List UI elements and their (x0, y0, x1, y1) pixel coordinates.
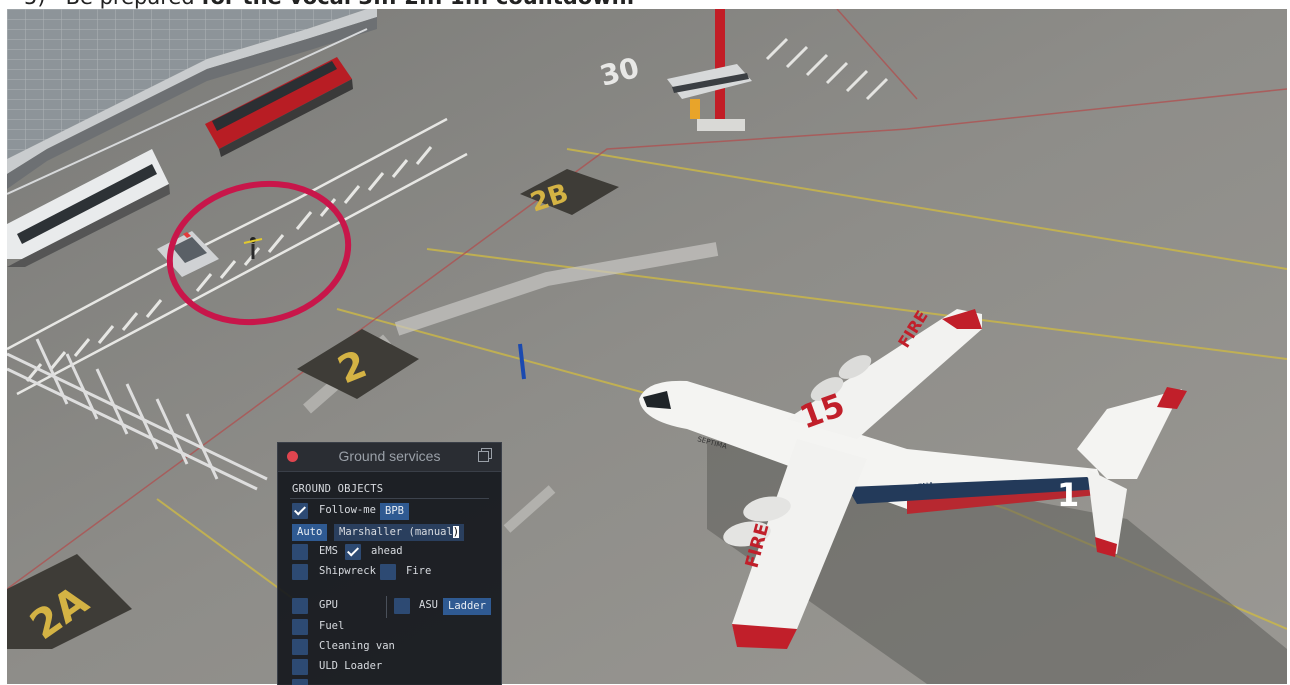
marshaller-row: Auto Marshaller (manual) (292, 524, 492, 542)
ems-checkbox[interactable] (292, 544, 308, 560)
asu-checkbox[interactable] (394, 598, 410, 614)
follow-me-row: Follow-me BPB (292, 503, 492, 521)
section-divider (290, 498, 489, 499)
fire-label: Fire (406, 565, 432, 577)
apron-render: 2B 2 2A 30 FIRE FIRE 15 1 N477NA SEPTIMA (7, 9, 1287, 684)
cleaning-van-checkbox[interactable] (292, 639, 308, 655)
fuel-row: Fuel (292, 619, 492, 637)
next-item-row (292, 679, 492, 685)
uld-loader-row: ULD Loader (292, 659, 492, 677)
ems-row: EMS ahead (292, 544, 492, 562)
marshaller-field-text: Marshaller (manual (339, 526, 453, 538)
shipwreck-checkbox[interactable] (292, 564, 308, 580)
ahead-checkbox[interactable] (345, 544, 361, 560)
fuel-label: Fuel (319, 620, 345, 632)
shipwreck-row: Shipwreck Fire (292, 564, 492, 582)
airport-scene: 2B 2 2A 30 FIRE FIRE 15 1 N477NA SEPTIMA (7, 9, 1287, 684)
ladder-button[interactable]: Ladder (443, 598, 491, 615)
caption-text: 5) Be prepared for the vocal 3... 2... 1… (24, 0, 635, 9)
follow-me-checkbox[interactable] (292, 503, 308, 519)
shipwreck-label: Shipwreck (319, 565, 376, 577)
pop-out-icon[interactable] (478, 448, 492, 462)
uld-loader-label: ULD Loader (319, 660, 383, 672)
window-titlebar[interactable]: Ground services (278, 443, 501, 472)
gpu-label: GPU (319, 599, 338, 611)
next-item-checkbox[interactable] (292, 679, 308, 685)
gpu-row: GPU ASU Ladder (292, 596, 492, 618)
ahead-label: ahead (371, 545, 403, 557)
follow-me-label: Follow-me (319, 504, 376, 516)
cleaning-van-row: Cleaning van (292, 639, 492, 657)
marshaller-field[interactable]: Marshaller (manual) (334, 524, 465, 541)
gpu-checkbox[interactable] (292, 598, 308, 614)
text-cursor: ) (452, 526, 460, 538)
ground-services-window: Ground services GROUND OBJECTS Follow-me… (277, 442, 502, 685)
fire-checkbox[interactable] (380, 564, 396, 580)
window-title: Ground services (338, 448, 441, 464)
fuel-checkbox[interactable] (292, 619, 308, 635)
document-caption: 5) Be prepared for the vocal 3... 2... 1… (0, 0, 1290, 9)
section-title-ground-objects: GROUND OBJECTS (292, 483, 384, 495)
auto-button[interactable]: Auto (292, 524, 328, 541)
cleaning-van-label: Cleaning van (319, 640, 395, 652)
bpb-button[interactable]: BPB (380, 503, 409, 520)
tail-fin-number: 1 (1057, 476, 1079, 514)
column-divider (386, 596, 387, 618)
asu-label: ASU (419, 599, 438, 611)
ems-label: EMS (319, 545, 338, 557)
uld-loader-checkbox[interactable] (292, 659, 308, 675)
